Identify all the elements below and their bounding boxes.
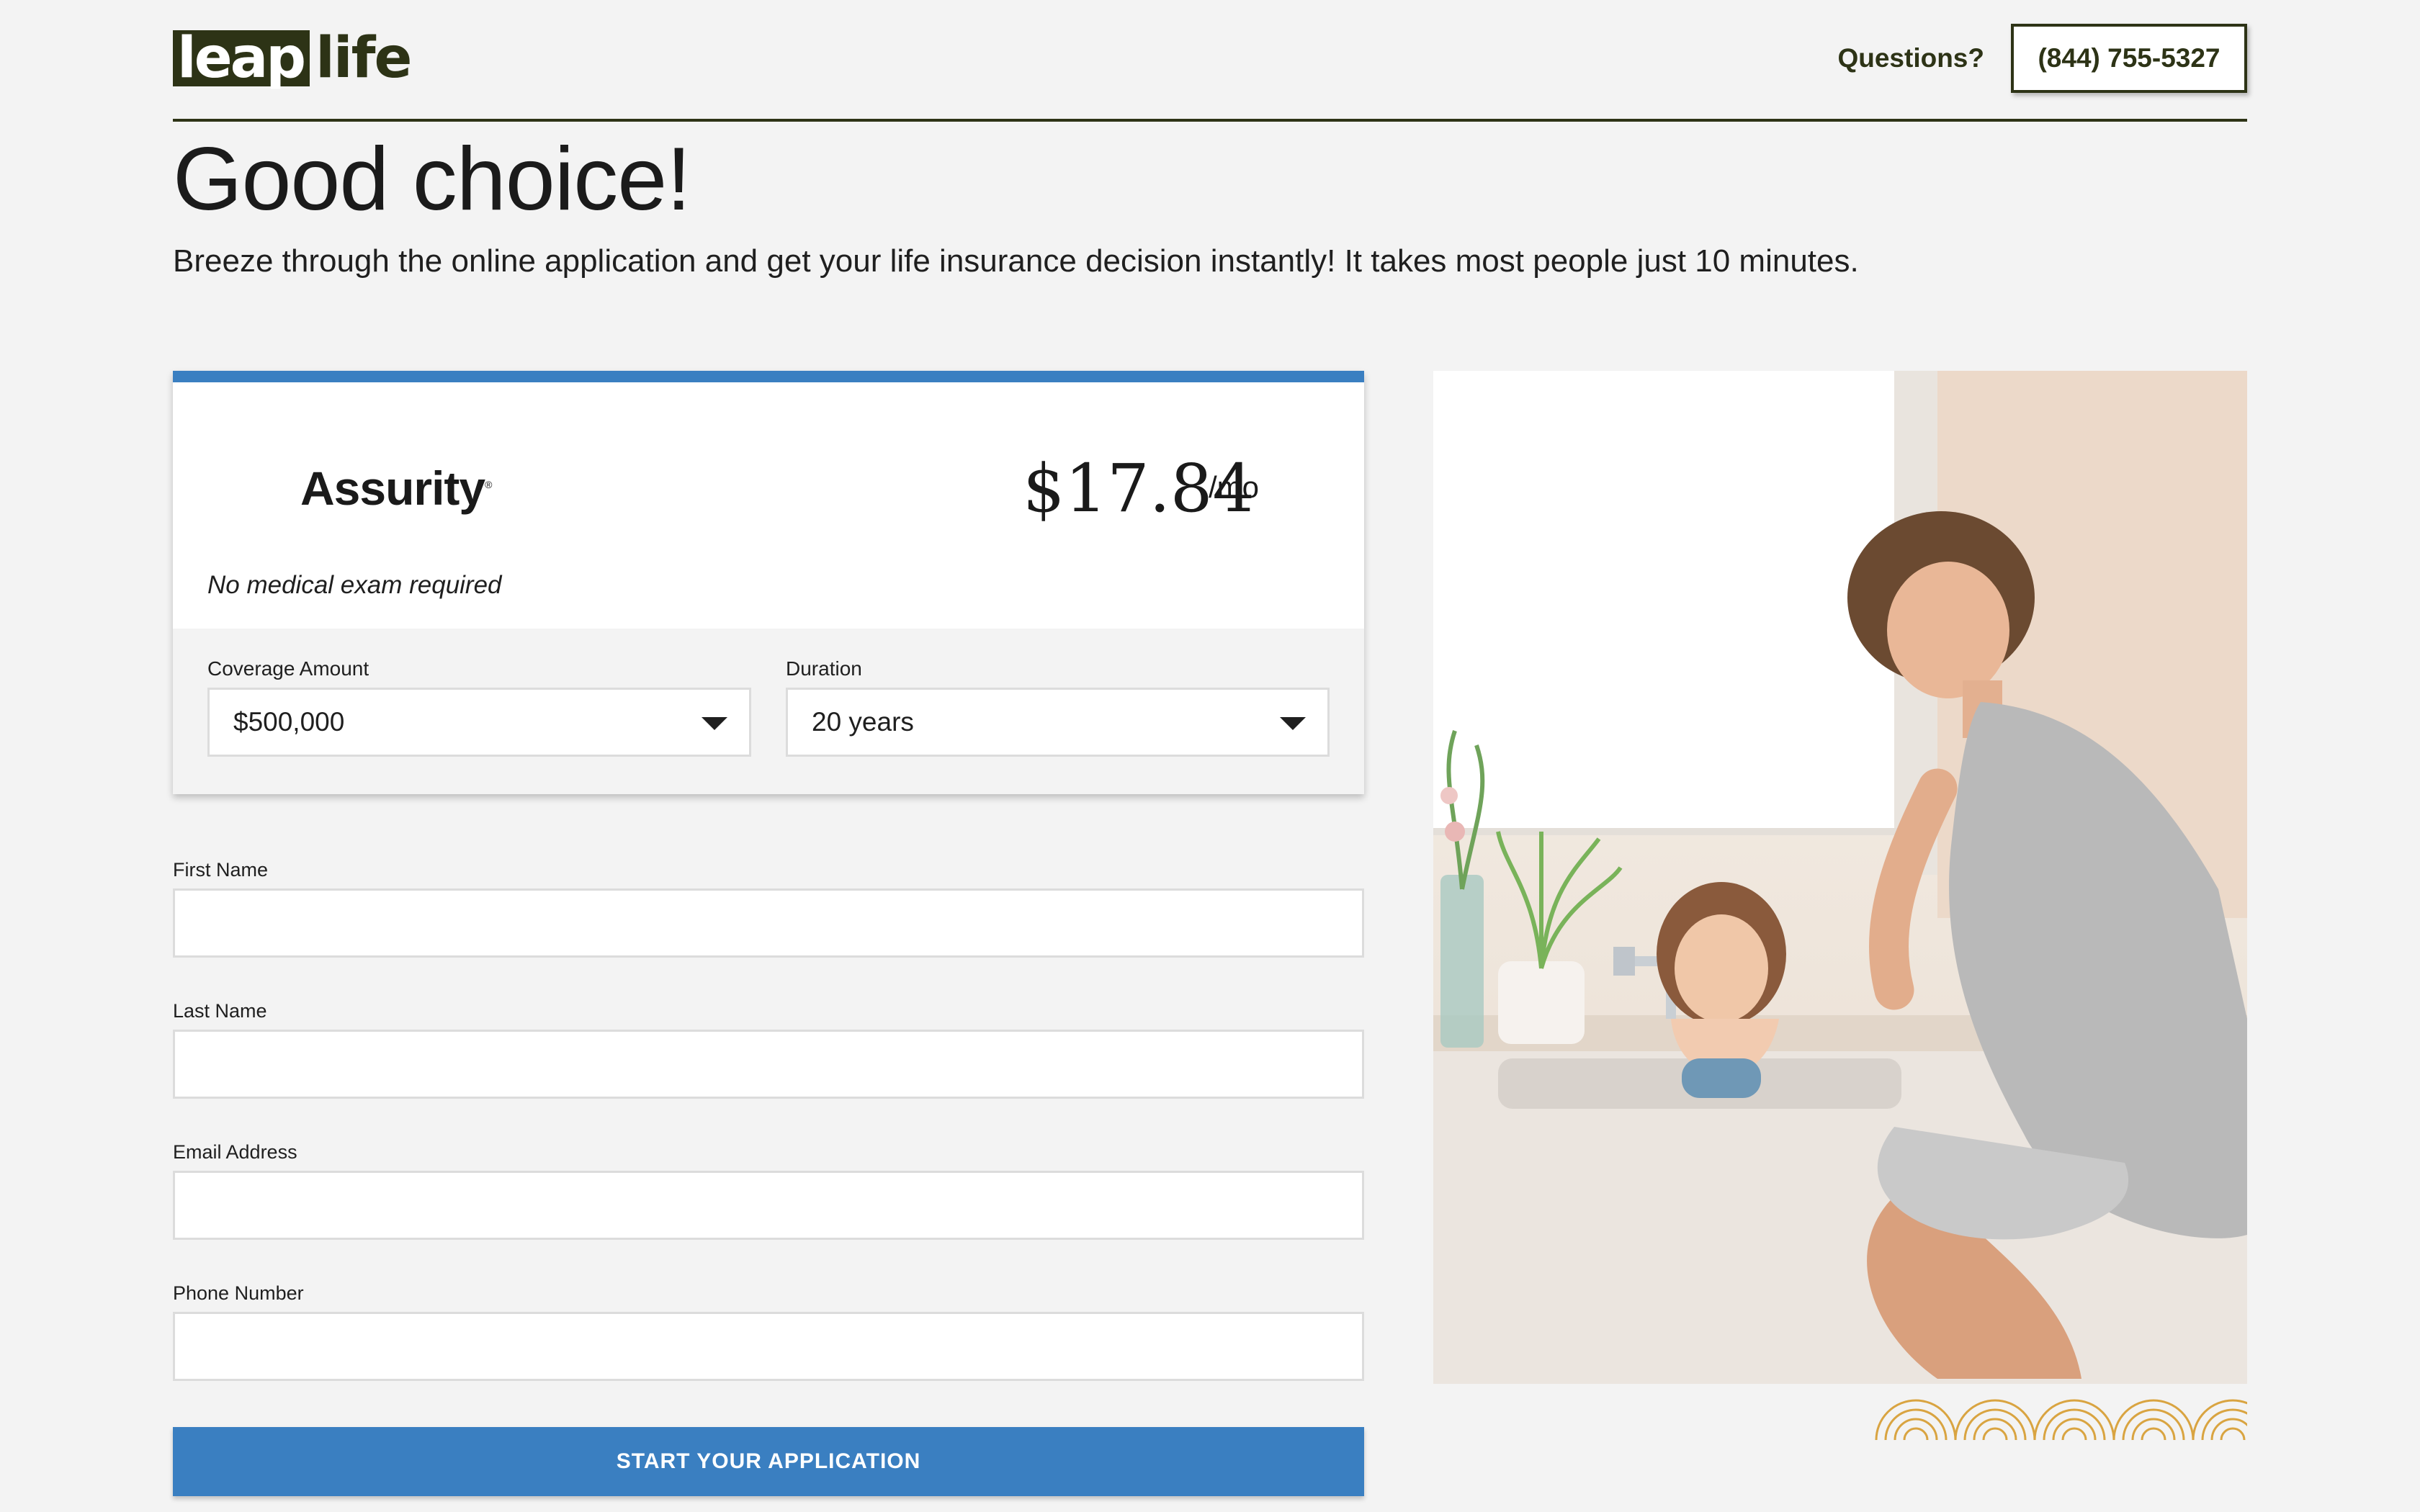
- scallop-arc: [2141, 1427, 2166, 1441]
- scallop-arc: [2033, 1399, 2115, 1441]
- page: leap life Questions? (844) 755-5327 Good…: [173, 0, 2247, 1496]
- registered-mark: ®: [485, 479, 492, 490]
- scallop-arc: [2201, 1408, 2247, 1441]
- coverage-amount-select[interactable]: $500,000: [207, 688, 751, 757]
- logo-life: life: [315, 26, 412, 91]
- scallop-arc: [1903, 1427, 1929, 1441]
- phone-number-label: Phone Number: [173, 1282, 304, 1304]
- page-title: Good choice!: [173, 130, 691, 229]
- coverage-amount-label: Coverage Amount: [207, 657, 369, 680]
- email-label: Email Address: [173, 1141, 297, 1163]
- page-subtitle: Breeze through the online application an…: [173, 243, 1859, 279]
- leaplife-logo[interactable]: leap life: [173, 26, 412, 91]
- email-input[interactable]: [173, 1171, 1364, 1240]
- carrier-logo: Assurity®: [300, 461, 492, 516]
- card-accent-bar: [173, 371, 1364, 382]
- scallop-arc: [1875, 1399, 1957, 1441]
- first-name-label: First Name: [173, 859, 269, 881]
- chevron-down-icon: [1280, 717, 1306, 730]
- first-name-input[interactable]: [173, 888, 1364, 958]
- site-header: leap life Questions? (844) 755-5327: [173, 0, 2247, 122]
- no-exam-note: No medical exam required: [207, 571, 502, 599]
- duration-select[interactable]: 20 years: [786, 688, 1330, 757]
- last-name-label: Last Name: [173, 1000, 267, 1022]
- chevron-down-icon: [702, 717, 727, 730]
- duration-value: 20 years: [812, 707, 914, 737]
- start-application-button[interactable]: START YOUR APPLICATION: [173, 1427, 1364, 1496]
- coverage-amount-value: $500,000: [233, 707, 345, 737]
- questions-label: Questions?: [1837, 43, 1984, 73]
- scallop-arc: [1982, 1427, 2008, 1441]
- phone-button[interactable]: (844) 755-5327: [2011, 24, 2247, 93]
- mother-child-bath-photo: [1433, 371, 2247, 1384]
- scallop-arc: [2220, 1427, 2246, 1441]
- quote-card: Assurity® $17.84 /mo No medical exam req…: [173, 371, 1364, 794]
- quote-options: Coverage Amount $500,000 Duration 20 yea…: [173, 629, 1364, 794]
- scallop-arc: [2061, 1427, 2087, 1441]
- duration-label: Duration: [786, 657, 862, 680]
- logo-leap: leap: [173, 30, 310, 86]
- phone-number-input[interactable]: [173, 1312, 1364, 1381]
- carrier-name: Assurity: [300, 462, 485, 515]
- last-name-input[interactable]: [173, 1030, 1364, 1099]
- price-period: /mo: [1209, 470, 1260, 504]
